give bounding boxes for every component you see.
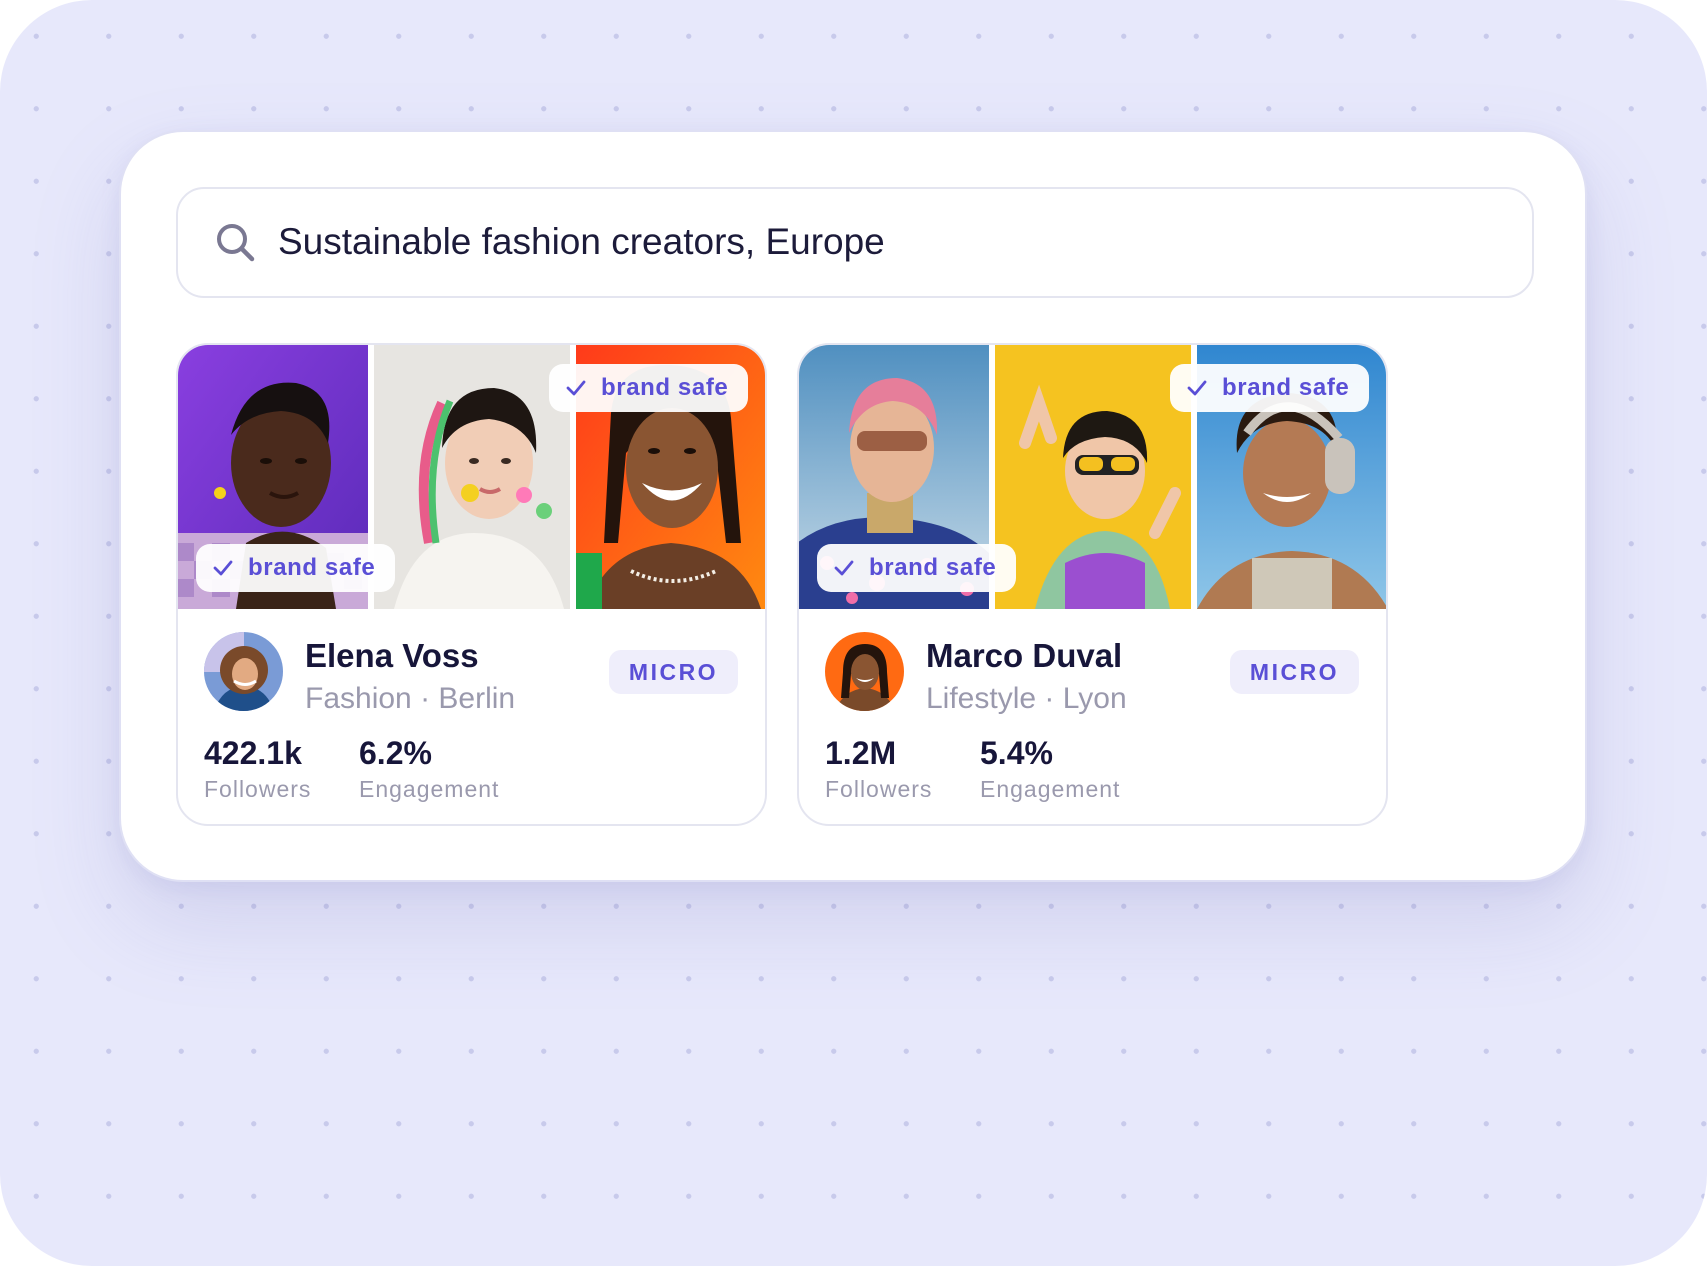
brand-safe-label: brand safe <box>248 554 376 581</box>
brand-safe-badge: brand safe <box>196 544 396 592</box>
avatar[interactable] <box>204 632 283 711</box>
check-icon <box>213 560 233 576</box>
check-icon <box>566 380 586 396</box>
engagement-value: 5.4% <box>980 735 1053 771</box>
creator-photo[interactable] <box>995 345 1191 609</box>
brand-safe-badge: brand safe <box>817 544 1017 592</box>
tier-badge: MICRO <box>1230 650 1359 694</box>
engagement-value: 6.2% <box>359 735 432 771</box>
creator-card[interactable]: brand safe brand safe Marco Duval Lifest… <box>797 343 1388 826</box>
creator-photo[interactable] <box>374 345 570 609</box>
brand-safe-label: brand safe <box>1222 374 1350 401</box>
check-icon <box>1187 380 1207 396</box>
page-background: Sustainable fashion creators, Europe bra… <box>0 0 1707 1266</box>
followers-value: 422.1k <box>204 735 302 771</box>
brand-safe-badge: brand safe <box>549 364 749 412</box>
brand-safe-label: brand safe <box>869 554 997 581</box>
search-query-text[interactable]: Sustainable fashion creators, Europe <box>278 189 885 295</box>
creator-category-location: Fashion · Berlin <box>305 682 516 715</box>
brand-safe-label: brand safe <box>601 374 729 401</box>
check-icon <box>834 560 854 576</box>
brand-safe-badge: brand safe <box>1170 364 1370 412</box>
search-icon <box>214 221 258 265</box>
avatar[interactable] <box>825 632 904 711</box>
creator-card[interactable]: brand safe brand safe Elena Voss Fashion… <box>176 343 767 826</box>
creator-name[interactable]: Marco Duval <box>926 637 1122 675</box>
creator-category-location: Lifestyle · Lyon <box>926 682 1127 715</box>
followers-value: 1.2M <box>825 735 897 771</box>
creator-name[interactable]: Elena Voss <box>305 637 479 675</box>
search-bar[interactable]: Sustainable fashion creators, Europe <box>176 187 1534 298</box>
creator-search-panel: Sustainable fashion creators, Europe bra… <box>119 130 1587 882</box>
engagement-label: Engagement <box>359 776 500 802</box>
tier-badge: MICRO <box>609 650 738 694</box>
followers-label: Followers <box>825 776 933 802</box>
followers-label: Followers <box>204 776 312 802</box>
engagement-label: Engagement <box>980 776 1121 802</box>
